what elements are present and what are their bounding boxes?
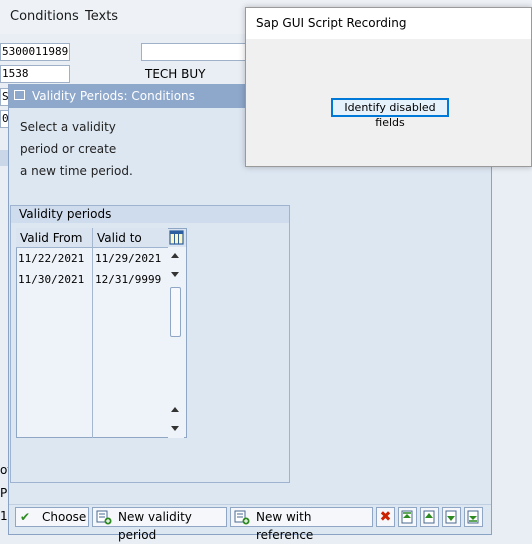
dialog-title: Validity Periods: Conditions: [32, 89, 195, 103]
first-page-button[interactable]: [398, 507, 417, 527]
scrollbar-thumb[interactable]: [170, 287, 181, 337]
scroll-page-down-icon[interactable]: [171, 272, 179, 277]
background-panel-edge: [491, 167, 532, 535]
new-reference-icon: [234, 510, 250, 525]
column-separator: [92, 228, 93, 438]
group-title: Validity periods: [11, 206, 289, 223]
choose-button[interactable]: ✔ Choose: [15, 507, 89, 527]
document-number-field[interactable]: 5300011989: [0, 43, 70, 61]
left-fragment-2: PC: [0, 486, 8, 500]
dialog-window-icon: [14, 90, 25, 100]
next-page-icon: [445, 510, 457, 524]
new-validity-period-button[interactable]: New validity period: [92, 507, 227, 542]
check-icon: ✔: [20, 510, 31, 524]
recorder-title: Sap GUI Script Recording: [246, 8, 531, 39]
empty-field[interactable]: [141, 43, 246, 61]
last-page-button[interactable]: [464, 507, 483, 527]
new-validity-period-label: New validity period: [118, 510, 192, 542]
column-header-valid-to[interactable]: Valid to: [93, 228, 168, 248]
column-header-valid-from[interactable]: Valid From: [16, 228, 93, 248]
previous-page-button[interactable]: [420, 507, 439, 527]
table-cell[interactable]: 11/22/2021: [18, 249, 84, 269]
info-line-1: Select a validity: [20, 120, 116, 134]
identify-disabled-fields-button[interactable]: Identify disabled fields: [331, 98, 449, 129]
menu-item-conditions[interactable]: Conditions: [10, 9, 79, 24]
left-fragment-3: 1: [0, 509, 8, 523]
table-cell[interactable]: 11/29/2021: [95, 249, 161, 269]
cancel-icon: ✖: [379, 509, 392, 525]
table-cell[interactable]: 11/30/2021: [18, 270, 84, 290]
tech-buy-label: TECH BUY: [145, 67, 206, 81]
new-entry-icon: [96, 510, 112, 525]
left-fragment-1: of: [0, 463, 8, 477]
vendor-field[interactable]: 1538: [0, 65, 70, 83]
table-settings-button[interactable]: [168, 229, 186, 247]
first-page-icon: [401, 510, 413, 524]
scroll-page-up-icon[interactable]: [171, 407, 179, 412]
last-page-icon: [467, 510, 479, 524]
cancel-button[interactable]: ✖: [376, 507, 395, 527]
choose-label: Choose: [42, 510, 87, 524]
menu-item-texts[interactable]: Texts: [85, 9, 118, 24]
previous-page-icon: [423, 510, 435, 524]
new-with-reference-label: New with reference: [256, 510, 314, 542]
scroll-up-icon[interactable]: [171, 253, 179, 258]
scroll-down-icon[interactable]: [171, 426, 179, 431]
table-settings-icon: [169, 230, 184, 245]
next-page-button[interactable]: [442, 507, 461, 527]
table-cell[interactable]: 12/31/9999: [95, 270, 161, 290]
partial-row-marker: [0, 150, 8, 166]
info-line-2: period or create: [20, 142, 117, 156]
info-line-3: a new time period.: [20, 164, 133, 178]
new-with-reference-button[interactable]: New with reference: [230, 507, 373, 542]
